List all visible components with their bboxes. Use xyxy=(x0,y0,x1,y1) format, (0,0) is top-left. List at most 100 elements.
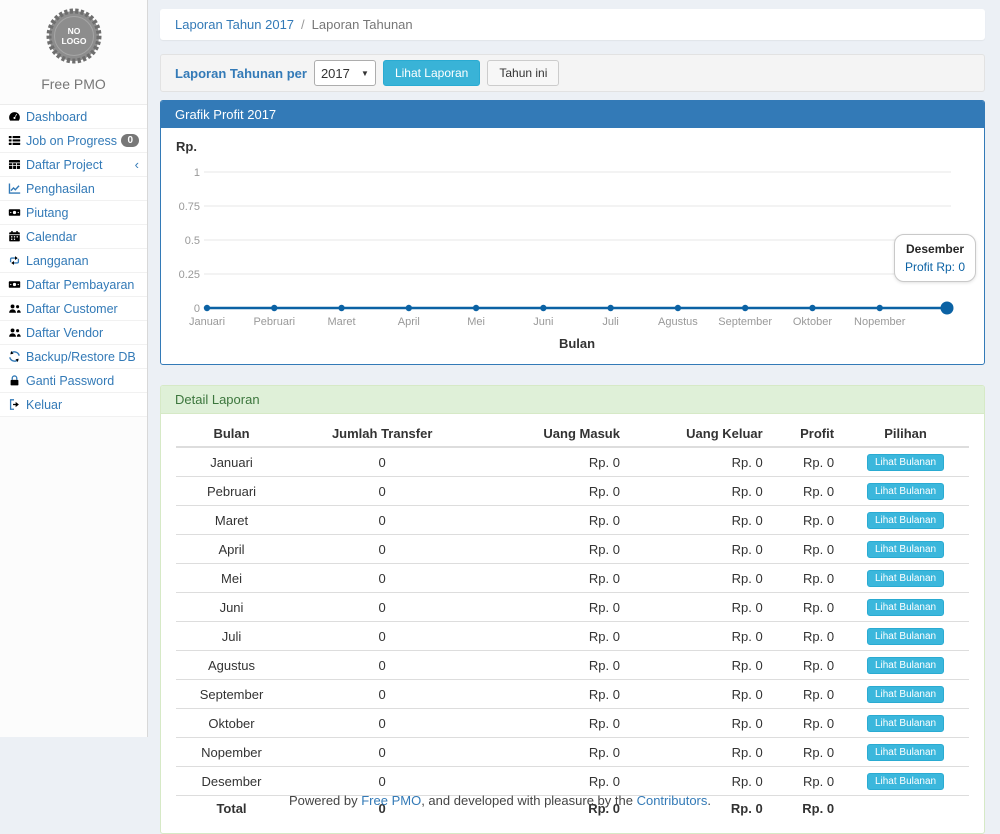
view-monthly-button[interactable]: Lihat Bulanan xyxy=(867,628,944,645)
footer-text: Powered by xyxy=(289,793,361,808)
free-pmo-link[interactable]: Free PMO xyxy=(361,793,421,808)
dashboard-icon xyxy=(8,110,21,123)
cell-uang-keluar: Rp. 0 xyxy=(628,535,771,564)
svg-text:Juli: Juli xyxy=(602,316,619,328)
col-profit: Profit xyxy=(771,421,842,447)
cell-bulan: Agustus xyxy=(176,651,287,680)
users-icon xyxy=(8,326,21,339)
cell-profit: Rp. 0 xyxy=(771,651,842,680)
svg-text:Agustus: Agustus xyxy=(658,316,698,328)
svg-text:Maret: Maret xyxy=(327,316,355,328)
col-bulan: Bulan xyxy=(176,421,287,447)
svg-text:April: April xyxy=(398,316,420,328)
table-row: Desember 0 Rp. 0 Rp. 0 Rp. 0 Lihat Bulan… xyxy=(176,767,969,796)
view-monthly-button[interactable]: Lihat Bulanan xyxy=(867,773,944,790)
footer-text-middle: , and developed with pleasure by the xyxy=(421,793,636,808)
view-monthly-button[interactable]: Lihat Bulanan xyxy=(867,483,944,500)
cell-uang-keluar: Rp. 0 xyxy=(628,622,771,651)
svg-text:LOGO: LOGO xyxy=(61,36,86,46)
sidebar-item-label: Dashboard xyxy=(26,110,87,124)
svg-text:1: 1 xyxy=(194,167,200,179)
view-report-button[interactable]: Lihat Laporan xyxy=(383,60,480,86)
detail-panel-title: Detail Laporan xyxy=(161,386,984,414)
profit-chart-panel: Grafik Profit 2017 Rp. 10.750.50.250Janu… xyxy=(160,100,985,365)
breadcrumb-separator: / xyxy=(301,17,305,32)
cell-jumlah-transfer: 0 xyxy=(287,447,477,477)
sidebar-item-daftar-pembayaran[interactable]: Daftar Pembayaran xyxy=(0,273,147,297)
cell-profit: Rp. 0 xyxy=(771,535,842,564)
sidebar-item-daftar-vendor[interactable]: Daftar Vendor xyxy=(0,321,147,345)
sidebar-item-penghasilan[interactable]: Penghasilan xyxy=(0,177,147,201)
brand-name: Free PMO xyxy=(0,76,147,92)
cell-jumlah-transfer: 0 xyxy=(287,709,477,738)
calendar-icon xyxy=(8,230,21,243)
table-row: September 0 Rp. 0 Rp. 0 Rp. 0 Lihat Bula… xyxy=(176,680,969,709)
table-row: Juli 0 Rp. 0 Rp. 0 Rp. 0 Lihat Bulanan xyxy=(176,622,969,651)
cell-profit: Rp. 0 xyxy=(771,767,842,796)
cell-profit: Rp. 0 xyxy=(771,738,842,767)
cell-profit: Rp. 0 xyxy=(771,447,842,477)
view-monthly-button[interactable]: Lihat Bulanan xyxy=(867,715,944,732)
svg-text:Nopember: Nopember xyxy=(854,316,906,328)
cell-bulan: Juni xyxy=(176,593,287,622)
cell-uang-keluar: Rp. 0 xyxy=(628,738,771,767)
sidebar-item-daftar-project[interactable]: Daftar Project ‹ xyxy=(0,153,147,177)
cell-profit: Rp. 0 xyxy=(771,477,842,506)
cell-uang-masuk: Rp. 0 xyxy=(477,767,628,796)
cell-uang-keluar: Rp. 0 xyxy=(628,680,771,709)
view-monthly-button[interactable]: Lihat Bulanan xyxy=(867,686,944,703)
svg-text:Oktober: Oktober xyxy=(793,316,832,328)
cell-jumlah-transfer: 0 xyxy=(287,767,477,796)
cell-bulan: April xyxy=(176,535,287,564)
sidebar-item-label: Backup/Restore DB xyxy=(26,350,136,364)
cell-profit: Rp. 0 xyxy=(771,593,842,622)
cell-jumlah-transfer: 0 xyxy=(287,564,477,593)
chart-body: Rp. 10.750.50.250JanuariPebruariMaretApr… xyxy=(161,128,984,364)
profit-line-chart[interactable]: 10.750.50.250JanuariPebruariMaretAprilMe… xyxy=(176,155,969,355)
users-icon xyxy=(8,302,21,315)
sidebar-item-langganan[interactable]: Langganan xyxy=(0,249,147,273)
sidebar-item-piutang[interactable]: Piutang xyxy=(0,201,147,225)
view-monthly-button[interactable]: Lihat Bulanan xyxy=(867,599,944,616)
view-monthly-button[interactable]: Lihat Bulanan xyxy=(867,657,944,674)
year-select[interactable]: 2017 ▼ xyxy=(314,60,376,86)
view-monthly-button[interactable]: Lihat Bulanan xyxy=(867,570,944,587)
cell-uang-masuk: Rp. 0 xyxy=(477,738,628,767)
view-monthly-button[interactable]: Lihat Bulanan xyxy=(867,744,944,761)
cell-uang-masuk: Rp. 0 xyxy=(477,447,628,477)
monthly-report-table: Bulan Jumlah Transfer Uang Masuk Uang Ke… xyxy=(176,421,969,821)
sidebar-item-dashboard[interactable]: Dashboard xyxy=(0,105,147,129)
sidebar-item-backup-restore-db[interactable]: Backup/Restore DB xyxy=(0,345,147,369)
tooltip-value: Profit Rp: 0 xyxy=(905,258,965,276)
cell-uang-masuk: Rp. 0 xyxy=(477,506,628,535)
table-row: Juni 0 Rp. 0 Rp. 0 Rp. 0 Lihat Bulanan xyxy=(176,593,969,622)
view-monthly-button[interactable]: Lihat Bulanan xyxy=(867,454,944,471)
table-row: Januari 0 Rp. 0 Rp. 0 Rp. 0 Lihat Bulana… xyxy=(176,447,969,477)
breadcrumb-link[interactable]: Laporan Tahun 2017 xyxy=(175,17,294,32)
report-table-body: Januari 0 Rp. 0 Rp. 0 Rp. 0 Lihat Bulana… xyxy=(176,447,969,796)
cell-uang-masuk: Rp. 0 xyxy=(477,477,628,506)
sidebar-item-ganti-password[interactable]: Ganti Password xyxy=(0,369,147,393)
sidebar-item-calendar[interactable]: Calendar xyxy=(0,225,147,249)
breadcrumb-current: Laporan Tahunan xyxy=(312,17,413,32)
svg-text:Pebruari: Pebruari xyxy=(253,316,295,328)
sidebar-item-daftar-customer[interactable]: Daftar Customer xyxy=(0,297,147,321)
cell-bulan: September xyxy=(176,680,287,709)
view-monthly-button[interactable]: Lihat Bulanan xyxy=(867,541,944,558)
svg-text:0.5: 0.5 xyxy=(185,235,200,247)
sidebar-item-keluar[interactable]: Keluar xyxy=(0,393,147,417)
sidebar-item-job-on-progress[interactable]: Job on Progress 0 xyxy=(0,129,147,153)
svg-text:NO: NO xyxy=(67,26,80,36)
cell-bulan: Nopember xyxy=(176,738,287,767)
sign-out-icon xyxy=(8,398,21,411)
current-year-button[interactable]: Tahun ini xyxy=(487,60,559,86)
cell-bulan: Desember xyxy=(176,767,287,796)
cell-jumlah-transfer: 0 xyxy=(287,680,477,709)
line-chart-icon xyxy=(8,182,21,195)
view-monthly-button[interactable]: Lihat Bulanan xyxy=(867,512,944,529)
cell-uang-keluar: Rp. 0 xyxy=(628,506,771,535)
sidebar-item-label: Calendar xyxy=(26,230,77,244)
col-jumlah-transfer: Jumlah Transfer xyxy=(287,421,477,447)
contributors-link[interactable]: Contributors xyxy=(637,793,708,808)
sidebar-item-label: Job on Progress xyxy=(26,134,117,148)
